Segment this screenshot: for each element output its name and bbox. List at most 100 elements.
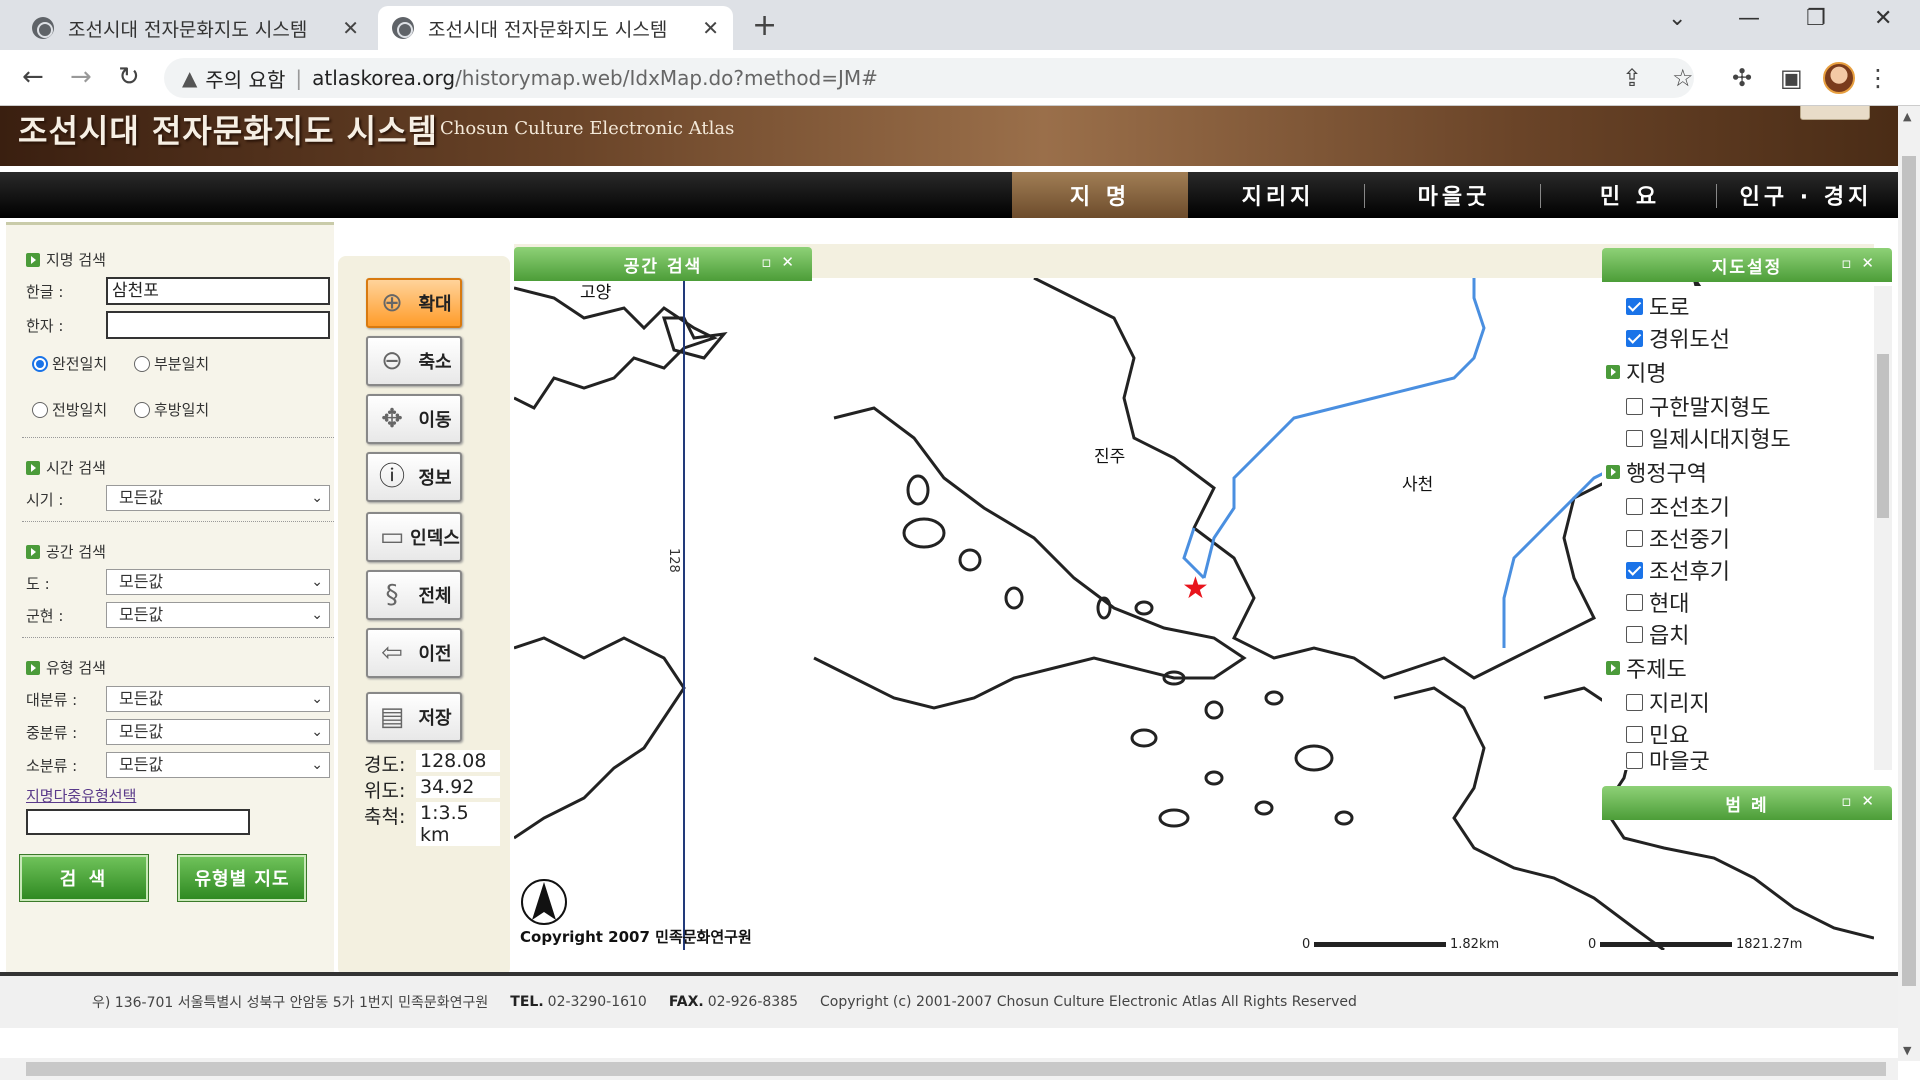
side-panel-icon[interactable]: ▣ — [1780, 64, 1803, 92]
url-host: atlaskorea.org — [312, 66, 456, 90]
radio-prefix-match[interactable]: 전방일치 — [32, 399, 107, 420]
save-button[interactable]: ▤ 저장 — [366, 692, 462, 742]
period-select[interactable]: 모든값 ⌄ — [106, 485, 330, 511]
checkbox — [1626, 397, 1643, 415]
radio-partial-match[interactable]: 부분일치 — [134, 353, 209, 374]
option-mid-joseon[interactable]: 조선중기 — [1626, 522, 1730, 554]
option-village-rites[interactable]: 마을굿 — [1626, 750, 1710, 770]
footer-address: 우) 136-701 서울특별시 성북구 안암동 5가 1번지 민족문화연구원 — [92, 995, 489, 1011]
checkbox — [1626, 625, 1643, 643]
option-county-seat[interactable]: 읍치 — [1626, 618, 1689, 650]
hanja-input[interactable] — [106, 311, 330, 339]
share-icon[interactable]: ⇪ — [1622, 64, 1642, 92]
menu-place-names[interactable]: 지 명 — [1012, 172, 1188, 218]
latitude-value: 34.92 — [416, 776, 500, 798]
search-button[interactable]: 검 색 — [20, 855, 148, 901]
chevron-down-icon: ⌄ — [311, 490, 323, 506]
checkbox — [1626, 529, 1643, 547]
reload-icon[interactable]: ↻ — [118, 62, 140, 92]
hanja-label: 한자 : — [26, 317, 64, 335]
browser-tab-1[interactable]: 조선시대 전자문화지도 시스템 ✕ — [18, 6, 373, 50]
county-label: 군현 : — [26, 607, 64, 625]
option-early-joseon[interactable]: 조선초기 — [1626, 490, 1730, 522]
back-button[interactable]: ⇦ 이전 — [366, 628, 462, 678]
extensions-icon[interactable]: ✣ — [1732, 64, 1752, 92]
checkbox — [1626, 561, 1643, 579]
multi-type-input[interactable] — [26, 809, 250, 835]
major-category-select[interactable]: 모든값 ⌄ — [106, 686, 330, 712]
panel-window-icons[interactable]: ▫✕ — [761, 253, 804, 271]
panel-window-icons[interactable]: ▫✕ — [1841, 254, 1884, 272]
settings-scrollbar[interactable] — [1874, 286, 1892, 770]
option-graticule[interactable]: 경위도선 — [1626, 322, 1730, 354]
page-horizontal-scrollbar[interactable] — [0, 1058, 1898, 1080]
menu-village-rites[interactable]: 마을굿 — [1366, 172, 1542, 218]
zoom-out-icon: ⊖ — [381, 346, 403, 376]
north-arrow-icon — [521, 879, 567, 925]
place-label-sacheon: 사천 — [1402, 475, 1433, 495]
back-icon[interactable]: ← — [22, 62, 44, 92]
county-select[interactable]: 모든값 ⌄ — [106, 602, 330, 628]
menu-geography[interactable]: 지리지 — [1190, 172, 1366, 218]
hangul-input[interactable]: 삼천포 — [106, 277, 330, 305]
arrow-bullet-icon — [1606, 365, 1620, 379]
group-place-names[interactable]: 지명 — [1606, 356, 1666, 388]
island — [1134, 600, 1154, 616]
island — [1204, 700, 1224, 720]
type-map-button[interactable]: 유형별 지도 — [178, 855, 306, 901]
globe-icon — [32, 17, 54, 39]
page-vertical-scrollbar[interactable]: ▲ ▼ — [1898, 106, 1920, 1061]
url-input[interactable]: ▲ 주의 요함 | atlaskorea.org /historymap.web… — [164, 58, 1694, 98]
multi-type-link[interactable]: 지명다중유형선택 — [26, 785, 136, 806]
group-thematic[interactable]: 주제도 — [1606, 652, 1687, 684]
footer: 우) 136-701 서울특별시 성북구 안암동 5가 1번지 민족문화연구원 … — [0, 972, 1898, 1058]
option-japanese-era-map[interactable]: 일제시대지형도 — [1626, 422, 1791, 454]
legend-header[interactable]: 범 례 ▫✕ — [1602, 786, 1892, 820]
close-window-icon[interactable]: ✕ — [1874, 6, 1892, 31]
site-subtitle: Chosun Culture Electronic Atlas — [440, 118, 735, 139]
panel-window-icons[interactable]: ▫✕ — [1841, 792, 1884, 810]
option-roads[interactable]: 도로 — [1626, 290, 1689, 322]
zoom-out-button[interactable]: ⊖ 축소 — [366, 336, 462, 386]
bookmark-star-icon[interactable]: ☆ — [1672, 64, 1694, 92]
option-late-joseon[interactable]: 조선후기 — [1626, 554, 1730, 586]
close-tab-icon[interactable]: ✕ — [342, 16, 359, 40]
minimize-icon[interactable]: — — [1738, 6, 1760, 31]
option-modern[interactable]: 현대 — [1626, 586, 1689, 618]
home-button[interactable] — [1800, 106, 1870, 120]
minor-category-select[interactable]: 모든값 ⌄ — [106, 752, 330, 778]
security-label[interactable]: 주의 요함 — [205, 64, 285, 93]
checkbox — [1626, 693, 1643, 711]
map-settings-header[interactable]: 지도설정 ▫✕ — [1602, 248, 1892, 282]
full-extent-button[interactable]: § 전체 — [366, 570, 462, 620]
menu-kebab-icon[interactable]: ⋮ — [1866, 64, 1890, 92]
group-admin-regions[interactable]: 행정구역 — [1606, 456, 1707, 488]
profile-avatar[interactable] — [1823, 62, 1855, 94]
index-button[interactable]: ▭ 인덱스 — [366, 512, 462, 562]
longitude-value: 128.08 — [416, 750, 500, 772]
arrow-bullet-icon — [26, 660, 40, 675]
zoom-in-button[interactable]: ⊕ 확대 — [366, 278, 462, 328]
warning-icon[interactable]: ▲ — [182, 66, 197, 90]
option-late-joseon-map[interactable]: 구한말지형도 — [1626, 390, 1770, 422]
space-search-panel-header[interactable]: 공간 검색 ▫✕ — [514, 247, 812, 281]
arrow-bullet-icon — [1606, 661, 1620, 675]
tab-search-icon[interactable]: ⌄ — [1668, 6, 1686, 31]
info-button[interactable]: ⓘ 정보 — [366, 452, 462, 502]
type-search-title: 유형 검색 — [26, 657, 106, 678]
new-tab-button[interactable]: + — [752, 8, 777, 43]
middle-category-select[interactable]: 모든값 ⌄ — [106, 719, 330, 745]
chevron-down-icon: ⌄ — [311, 574, 323, 590]
radio-suffix-match[interactable]: 후방일치 — [134, 399, 209, 420]
move-button[interactable]: ✥ 이동 — [366, 394, 462, 444]
menu-folk-songs[interactable]: 민 요 — [1542, 172, 1718, 218]
close-tab-icon[interactable]: ✕ — [702, 16, 719, 40]
province-select[interactable]: 모든값 ⌄ — [106, 569, 330, 595]
option-geography[interactable]: 지리지 — [1626, 686, 1710, 718]
forward-icon[interactable]: → — [70, 62, 92, 92]
menu-population[interactable]: 인구 · 경지 — [1718, 172, 1894, 218]
restore-icon[interactable]: ❐ — [1806, 6, 1826, 31]
radio-exact-match[interactable]: 완전일치 — [32, 353, 107, 374]
browser-tab-2[interactable]: 조선시대 전자문화지도 시스템 ✕ — [378, 6, 733, 50]
option-folk-songs[interactable]: 민요 — [1626, 718, 1689, 750]
